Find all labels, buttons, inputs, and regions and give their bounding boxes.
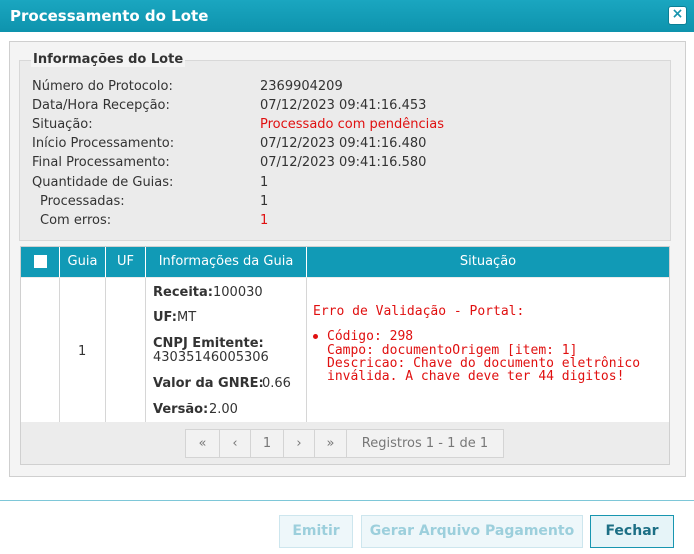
with-errors-label: Com erros: [40,213,112,228]
processing-start-label: Início Processamento: [32,136,175,151]
cell-separator [59,278,60,422]
guide-count-label: Quantidade de Guias: [32,175,174,190]
pager-page-number[interactable]: 1 [250,429,284,458]
cnpj-value: 43035146005306 [153,350,269,365]
version-value: 2.00 [209,402,238,417]
uf-value: MT [177,310,197,325]
column-header-uf[interactable]: UF [106,247,145,277]
cnpj-label: CNPJ Emitente: [153,336,264,351]
with-errors-value: 1 [260,213,269,228]
cell-separator [145,278,146,422]
batch-processing-dialog: Processamento do Lote × Informações do L… [0,0,694,554]
processing-end-value: 07/12/2023 09:41:16.580 [260,155,427,170]
generate-payment-file-button[interactable]: Gerar Arquivo Pagamento [361,515,583,548]
footer-divider [0,500,694,501]
status-value: Processado com pendências [260,117,444,132]
pager-prev-button[interactable]: ‹ [219,429,251,458]
cell-separator [306,278,307,422]
emitir-button[interactable]: Emitir [279,515,353,548]
error-description-continued: inválida. A chave deve ter 44 digitos! [327,369,625,384]
gnre-value: 0.66 [262,376,291,391]
version-label: Versão: [153,402,209,417]
error-code: Código: 298 [327,329,414,344]
processing-start-value: 07/12/2023 09:41:16.480 [260,136,427,151]
protocol-number-label: Número do Protocolo: [32,79,173,94]
batch-info-legend: Informações do Lote [31,52,186,67]
reception-datetime-value: 07/12/2023 09:41:16.453 [260,98,427,113]
reception-datetime-label: Data/Hora Recepção: [32,98,170,113]
error-bullet [313,334,318,339]
receita-label: Receita: [153,285,213,300]
pager-next-button[interactable]: › [283,429,315,458]
column-header-status[interactable]: Situação [307,247,669,277]
pager-summary: Registros 1 - 1 de 1 [346,429,504,458]
close-icon[interactable]: × [669,6,686,22]
select-all-checkbox[interactable] [34,255,47,268]
error-title: Erro de Validação - Portal: [313,304,525,319]
processed-value: 1 [260,194,269,209]
dialog-title: Processamento do Lote [10,7,209,25]
receita-value: 100030 [213,285,263,300]
gnre-value-label: Valor da GNRE: [153,376,264,391]
guide-number-cell: 1 [78,344,87,359]
processed-label: Processadas: [40,194,125,209]
status-label: Situação: [32,117,93,132]
close-dialog-button[interactable]: Fechar [590,515,674,548]
column-header-guia[interactable]: Guia [60,247,105,277]
protocol-number-value: 2369904209 [260,79,343,94]
close-button[interactable]: × [668,6,687,25]
dialog-titlebar: Processamento do Lote × [0,0,694,32]
pager-last-button[interactable]: » [314,429,347,458]
cell-separator [105,278,106,422]
column-header-guide-info[interactable]: Informações da Guia [146,247,306,277]
processing-end-label: Final Processamento: [32,155,170,170]
pager-first-button[interactable]: « [185,429,220,458]
guide-count-value: 1 [260,175,269,190]
uf-label: UF: [153,310,177,325]
